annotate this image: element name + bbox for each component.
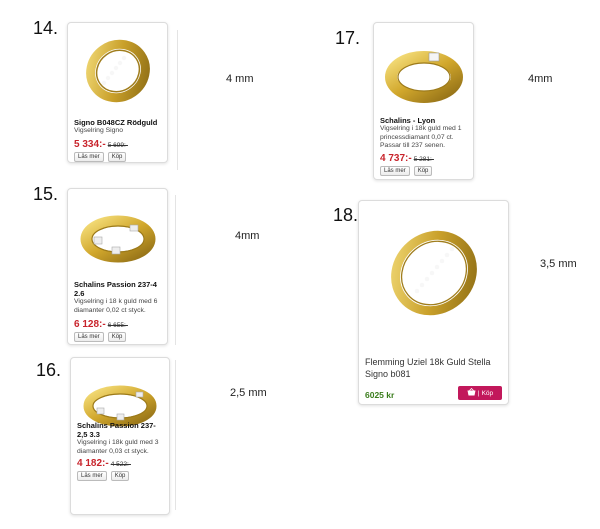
price-current: 5 334:- xyxy=(74,139,106,150)
product-number: 17. xyxy=(335,28,361,48)
product-title[interactable]: Schalins Passion 237-4 2.6 xyxy=(74,280,163,298)
ring-width-label: 3,5 mm xyxy=(540,258,577,270)
buy-button[interactable]: Köp xyxy=(110,471,130,481)
ring-image xyxy=(365,211,502,341)
product-title[interactable]: Schalins - Lyon xyxy=(380,116,469,125)
product-price: 4 182:- 4 522:- xyxy=(77,458,131,469)
price-current: 4 737:- xyxy=(380,153,412,164)
ring-picture xyxy=(85,39,150,103)
ring-picture xyxy=(384,51,463,103)
ring-width-label: 4mm xyxy=(235,230,260,242)
cart-divider: | xyxy=(477,389,480,397)
read-more-button[interactable]: Läs mer xyxy=(74,152,104,162)
product-card[interactable]: Schalins Passion 237-2,5 3.3 Vigselring … xyxy=(70,357,170,515)
separator xyxy=(177,30,178,170)
buy-button[interactable]: Köp xyxy=(107,152,127,162)
product-title[interactable]: Flemming Uziel 18k Guld Stella Signo b08… xyxy=(365,356,502,380)
card-actions: Läs mer Köp xyxy=(380,166,433,176)
product-price: 6025 kr xyxy=(365,390,395,400)
product-number: 14. xyxy=(33,18,59,38)
price-old: 4 522:- xyxy=(110,461,131,468)
product-description: Vigselring i 18k guld med 3 diamanter 0,… xyxy=(77,439,159,455)
product-description: Vigselring i 18k guld med 1 princessdiam… xyxy=(380,125,462,149)
buy-button[interactable]: Köp xyxy=(107,332,127,342)
read-more-button[interactable]: Läs mer xyxy=(380,166,410,176)
ring-picture xyxy=(390,230,477,316)
product-title[interactable]: Schalins Passion 237-2,5 3.3 xyxy=(77,421,165,439)
price-current: 6 128:- xyxy=(74,319,106,330)
ring-image xyxy=(74,195,161,277)
read-more-button[interactable]: Läs mer xyxy=(77,471,107,481)
product-price: 4 737:- 5 281:- xyxy=(380,153,434,164)
buy-label: Köp xyxy=(481,389,494,397)
product-number: 16. xyxy=(36,360,62,380)
ring-width-label: 4mm xyxy=(528,73,553,85)
card-actions: Läs mer Köp xyxy=(77,471,130,481)
separator xyxy=(175,195,176,345)
add-to-cart-button[interactable]: | Köp xyxy=(458,386,502,400)
price-current: 4 182:- xyxy=(77,458,109,469)
basket-icon xyxy=(467,387,476,398)
ring-width-label: 2,5 mm xyxy=(230,387,267,399)
card-actions: Läs mer Köp xyxy=(74,152,127,162)
card-actions: Läs mer Köp xyxy=(74,332,127,342)
product-price: 6 128:- 6 655:- xyxy=(74,319,128,330)
price-old: 5 281:- xyxy=(413,156,434,163)
ring-image xyxy=(380,29,467,109)
product-card[interactable]: Schalins - Lyon Vigselring i 18k guld me… xyxy=(373,22,474,180)
product-card[interactable]: Signo B048CZ Rödguld Vigselring Signo 5 … xyxy=(67,22,168,163)
product-description: Vigselring Signo xyxy=(74,127,123,134)
product-number: 18. xyxy=(333,205,359,225)
ring-image xyxy=(74,29,161,114)
read-more-button[interactable]: Läs mer xyxy=(74,332,104,342)
ring-width-label: 4 mm xyxy=(226,73,254,85)
ring-picture xyxy=(80,215,155,263)
product-price: 5 334:- 5 699:- xyxy=(74,139,128,150)
product-card[interactable]: Flemming Uziel 18k Guld Stella Signo b08… xyxy=(358,200,509,405)
product-title[interactable]: Signo B048CZ Rödguld xyxy=(74,118,163,127)
product-number: 15. xyxy=(33,184,59,204)
price-old: 5 699:- xyxy=(107,142,128,149)
product-description: Vigselring i 18 k guld med 6 diamanter 0… xyxy=(74,298,158,314)
product-card[interactable]: Schalins Passion 237-4 2.6 Vigselring i … xyxy=(67,188,168,345)
separator xyxy=(175,360,176,510)
buy-button[interactable]: Köp xyxy=(413,166,433,176)
price-old: 6 655:- xyxy=(107,322,128,329)
